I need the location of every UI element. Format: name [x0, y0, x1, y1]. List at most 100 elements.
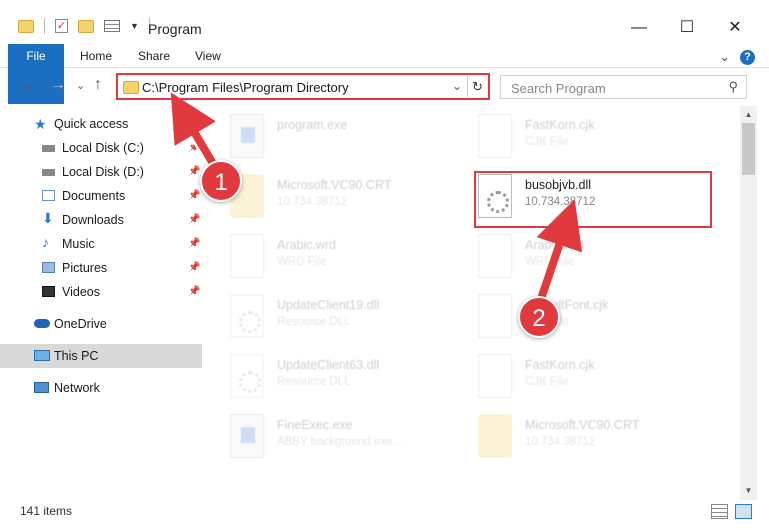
file-name: program.exe [277, 118, 348, 132]
sidebar-item-label: Local Disk (C:) [62, 141, 144, 155]
search-box[interactable]: Search Program ⚲ [500, 75, 747, 99]
file-name: FastKorn.cjk [525, 358, 595, 372]
file-subtitle: WRD File [277, 256, 327, 268]
details-view-icon[interactable] [711, 504, 728, 519]
file-name: FineExec.exe [277, 418, 353, 432]
scroll-up-arrow-icon[interactable]: ▲ [740, 108, 757, 122]
pin-icon[interactable]: 📌 [188, 232, 200, 256]
refresh-icon[interactable]: ↻ [467, 76, 487, 97]
sidebar-item-videos[interactable]: Videos 📌 [0, 280, 202, 304]
document-icon [478, 294, 512, 338]
address-bar[interactable]: C:\Program Files\Program Directory ⌄ ↻ [116, 73, 490, 100]
network-icon [34, 382, 49, 393]
target-file-highlight [474, 171, 712, 228]
customize-toolbar-chevron-icon[interactable]: ▼ [130, 21, 139, 31]
search-icon[interactable]: ⚲ [728, 79, 738, 95]
file-subtitle: 10.734.38712 [277, 196, 348, 208]
forward-arrow-icon[interactable]: → [50, 76, 66, 94]
sidebar-item-network[interactable]: Network [0, 376, 202, 400]
pin-icon[interactable]: 📌 [188, 136, 200, 160]
dll-gear-icon [230, 294, 264, 338]
file-item[interactable]: Microsoft.VC90.CRT 10.734.38712 [458, 408, 698, 468]
file-item[interactable]: UpdateClient19.dll Resource DLL [210, 288, 450, 348]
sidebar-item-label: Videos [62, 285, 100, 299]
maximize-button[interactable]: ☐ [664, 14, 710, 42]
file-name: UpdateClient63.dll [277, 358, 380, 372]
file-item[interactable]: FastKorn.cjk CJK File [458, 348, 698, 408]
recent-locations-chevron-icon[interactable]: ⌄ [76, 79, 85, 92]
file-name: Arabic.wrd [277, 238, 337, 252]
file-name: Microsoft.VC90.CRT [277, 178, 392, 192]
downloads-icon: ⬇ [42, 210, 54, 226]
address-dropdown-chevron-icon[interactable]: ⌄ [452, 79, 462, 93]
tab-home[interactable]: Home [66, 44, 126, 68]
scroll-down-arrow-icon[interactable]: ▼ [740, 484, 757, 498]
file-name: Microsoft.VC90.CRT [525, 418, 640, 432]
drive-icon [42, 145, 55, 152]
file-item[interactable]: program.exe [210, 108, 450, 168]
title-bar: ✓ ▼ Program — ☐ ✕ [0, 0, 769, 44]
file-item[interactable]: Arabic.wrd WRD File [210, 228, 450, 288]
folder-icon[interactable] [18, 19, 34, 33]
sidebar-item-local-disk-c[interactable]: Local Disk (C:) 📌 [0, 136, 202, 160]
computer-icon [34, 350, 50, 361]
star-icon: ★ [34, 116, 47, 132]
sidebar-item-local-disk-d[interactable]: Local Disk (D:) 📌 [0, 160, 202, 184]
sidebar-item-onedrive[interactable]: OneDrive [0, 312, 202, 336]
pin-icon[interactable]: 📌 [188, 208, 200, 232]
sidebar-item-documents[interactable]: Documents 📌 [0, 184, 202, 208]
sidebar-item-quick-access[interactable]: ★ Quick access [0, 112, 202, 136]
pin-icon[interactable]: 📌 [188, 184, 200, 208]
minimize-button[interactable]: — [616, 14, 662, 42]
pin-icon[interactable]: 📌 [188, 256, 200, 280]
file-subtitle: Resource DLL [277, 376, 351, 388]
large-icons-view-icon[interactable] [735, 504, 752, 519]
back-arrow-icon[interactable]: ← [20, 76, 36, 94]
file-item[interactable]: FineExec.exe ABBY background exe... [210, 408, 450, 468]
tab-view[interactable]: View [181, 44, 235, 68]
address-path[interactable]: C:\Program Files\Program Directory [142, 80, 349, 95]
file-item[interactable]: Microsoft.VC90.CRT 10.734.38712 [210, 168, 450, 228]
vertical-scrollbar[interactable]: ▲ ▼ [740, 106, 757, 500]
file-item[interactable]: UpdateClient63.dll Resource DLL [210, 348, 450, 408]
file-subtitle: ABBY background exe... [277, 436, 403, 448]
sidebar-item-label: OneDrive [54, 317, 107, 331]
properties-check-icon[interactable]: ✓ [55, 19, 68, 33]
file-item[interactable]: FastKorn.cjk CJK File [458, 108, 698, 168]
file-item[interactable]: Arabic.wrd WRD File [458, 228, 698, 288]
sidebar-item-music[interactable]: ♪ Music 📌 [0, 232, 202, 256]
pin-icon[interactable]: 📌 [188, 280, 200, 304]
file-item[interactable]: DefaultFont.cjk CJK File [458, 288, 698, 348]
window-title: Program [148, 21, 202, 37]
exe-icon [230, 114, 264, 158]
document-icon [478, 114, 512, 158]
folder-icon [478, 414, 512, 458]
up-arrow-icon[interactable]: ↑ [94, 76, 102, 94]
pin-icon[interactable]: 📌 [188, 160, 200, 184]
help-icon[interactable]: ? [740, 49, 755, 65]
quick-access-toolbar: ✓ ▼ [18, 18, 150, 34]
new-folder-icon[interactable] [78, 19, 94, 33]
sidebar-item-pictures[interactable]: Pictures 📌 [0, 256, 202, 280]
cloud-icon [34, 319, 50, 328]
search-placeholder: Search Program [511, 81, 606, 96]
tab-share[interactable]: Share [124, 44, 184, 68]
file-subtitle: Resource DLL [277, 316, 351, 328]
close-button[interactable]: ✕ [712, 14, 758, 42]
file-subtitle: WRD File [525, 256, 575, 268]
sidebar-item-this-pc[interactable]: This PC [0, 344, 202, 368]
status-bar: 141 items [0, 500, 769, 530]
sidebar-item-label: Downloads [62, 213, 124, 227]
documents-icon [42, 190, 55, 201]
videos-icon [42, 286, 55, 297]
navigation-pane: ★ Quick access Local Disk (C:) 📌 Local D… [0, 106, 204, 500]
step-1-badge: 1 [200, 160, 242, 202]
sidebar-item-label: Local Disk (D:) [62, 165, 144, 179]
sidebar-item-downloads[interactable]: ⬇ Downloads 📌 [0, 208, 202, 232]
document-icon [478, 354, 512, 398]
scrollbar-thumb[interactable] [742, 123, 755, 175]
sidebar-item-label: Quick access [54, 117, 129, 131]
expand-ribbon-chevron-icon[interactable]: ⌄ [719, 49, 730, 65]
properties-icon[interactable] [104, 20, 120, 32]
sidebar-item-label: This PC [54, 349, 99, 363]
